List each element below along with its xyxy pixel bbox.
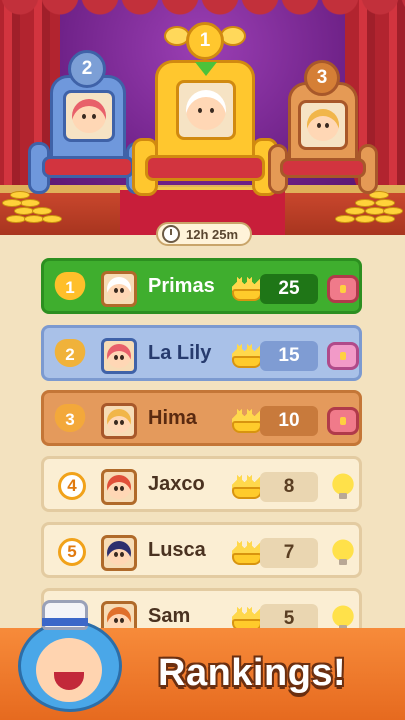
- crown-icon: [230, 405, 264, 435]
- rank-badge: 4: [58, 472, 86, 500]
- player-avatar: [101, 469, 137, 505]
- player-name: Primas: [148, 275, 215, 297]
- player-name: La Lily: [148, 342, 212, 364]
- bronze-trophy-icon: 3: [54, 404, 86, 436]
- crown-icon: [230, 537, 264, 567]
- player-score: 8: [260, 472, 318, 502]
- player-score: 7: [260, 538, 318, 568]
- crown-icon: [230, 471, 264, 501]
- player-name: Jaxco: [148, 473, 205, 495]
- player-avatar: [101, 403, 137, 439]
- countdown-timer: 12h 25m: [156, 222, 252, 246]
- third-place-medal: 3: [304, 60, 340, 96]
- rank-badge: 5: [58, 538, 86, 566]
- player-name: Sam: [148, 605, 191, 627]
- leaderboard-row[interactable]: 5 Lusca 7: [41, 522, 362, 578]
- banner-title: Rankings!: [158, 652, 347, 694]
- player-avatar: [101, 338, 137, 374]
- second-place-medal: 2: [68, 50, 106, 88]
- second-place-avatar: [63, 90, 115, 142]
- player-name: Hima: [148, 407, 197, 429]
- player-avatar: [101, 271, 137, 307]
- chest-icon[interactable]: [327, 275, 359, 303]
- lightbulb-icon[interactable]: [327, 539, 359, 567]
- player-avatar: [101, 535, 137, 571]
- player-score: 25: [260, 274, 318, 304]
- leaderboard-row[interactable]: 2 La Lily 15: [41, 325, 362, 381]
- crown-icon: [230, 340, 264, 370]
- crown-icon: [230, 273, 264, 303]
- leaderboard-row[interactable]: 3 Hima 10: [41, 390, 362, 446]
- chest-icon[interactable]: [327, 342, 359, 370]
- throne-first-place: 1: [132, 20, 278, 200]
- podium-stage: 2 1 3: [0, 0, 405, 235]
- leaderboard-row[interactable]: 4 Jaxco 8: [41, 456, 362, 512]
- player-score: 10: [260, 406, 318, 436]
- gold-trophy-icon: 1: [54, 272, 86, 304]
- down-arrow-icon: [195, 62, 217, 76]
- first-place-avatar: [176, 80, 236, 140]
- timer-label: 12h 25m: [186, 226, 239, 242]
- clock-icon: [162, 225, 180, 243]
- leaderboard-row[interactable]: 1 Primas 25: [41, 258, 362, 314]
- first-place-medal: 1: [186, 22, 224, 60]
- throne-third-place: 3: [268, 60, 378, 200]
- curtain-valance: [0, 0, 405, 16]
- chest-icon[interactable]: [327, 407, 359, 435]
- third-place-avatar: [298, 100, 348, 150]
- lightbulb-icon[interactable]: [327, 473, 359, 501]
- player-score: 15: [260, 341, 318, 371]
- player-name: Lusca: [148, 539, 206, 561]
- mascot-character: [10, 598, 128, 716]
- silver-trophy-icon: 2: [54, 339, 86, 371]
- throne-second-place: 2: [28, 50, 148, 200]
